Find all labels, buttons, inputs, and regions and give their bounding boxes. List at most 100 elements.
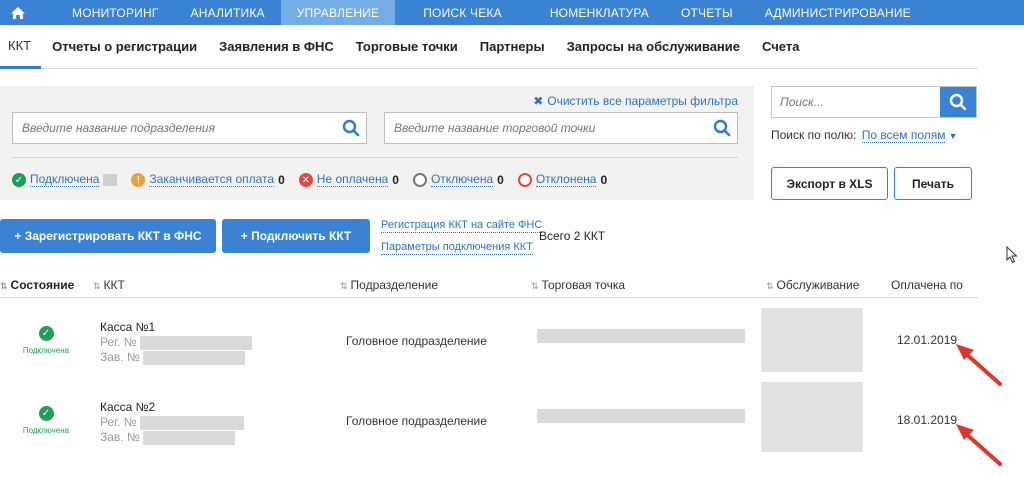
circle-outline-icon — [412, 173, 427, 187]
connection-params-link[interactable]: Параметры подключения ККТ — [381, 241, 533, 255]
kkt-cell: Касса №1 Рег. № Зав. № — [100, 320, 252, 365]
nav-reports[interactable]: ОТЧЕТЫ — [665, 0, 749, 25]
reg-number-label: Рег. № — [100, 335, 137, 349]
status-label: Заканчивается оплата — [149, 172, 275, 187]
tab-service-requests[interactable]: Запросы на обслуживание — [556, 25, 751, 69]
state-label: Подключена — [22, 426, 70, 435]
store-redacted — [537, 409, 745, 423]
status-count: 0 — [497, 173, 504, 187]
table-row[interactable]: ✓ Подключена Касса №2 Рег. № Зав. № Голо… — [0, 380, 978, 460]
caret-down-icon[interactable]: ▼ — [948, 131, 957, 141]
redacted-value — [139, 335, 252, 350]
department-cell: Головное подразделение — [346, 414, 487, 428]
filter-panel: ✖ Очистить все параметры фильтра ✓ Подкл… — [0, 86, 754, 200]
status-count: 0 — [392, 173, 399, 187]
nav-monitoring[interactable]: МОНИТОРИНГ — [36, 0, 175, 25]
col-service[interactable]: ⇅ Обслуживание — [766, 278, 859, 292]
department-filter — [12, 112, 367, 144]
department-input[interactable] — [13, 113, 336, 143]
sort-icon: ⇅ — [93, 281, 101, 291]
table-row[interactable]: ✓ Подключена Касса №1 Рег. № Зав. № Голо… — [0, 300, 978, 380]
col-paid-until[interactable]: Оплачена по — [891, 278, 963, 292]
department-cell: Головное подразделение — [346, 334, 487, 348]
check-icon: ✓ — [12, 173, 26, 187]
nav-nomenclature[interactable]: НОМЕНКЛАТУРА — [518, 0, 665, 25]
close-icon: ✖ — [533, 94, 544, 108]
export-xls-button[interactable]: Экспорт в XLS — [771, 167, 888, 200]
col-department-label: Подразделение — [350, 278, 438, 292]
status-label: Отклонена — [535, 172, 597, 187]
tab-invoices[interactable]: Счета — [751, 25, 810, 69]
search-button[interactable] — [940, 87, 976, 117]
nav-administration[interactable]: АДМИНИСТРИРОВАНИЕ — [749, 0, 927, 25]
col-state-label: Состояние — [10, 278, 75, 292]
connect-kkt-button[interactable]: + Подключить ККТ — [222, 219, 370, 253]
cross-icon: ✕ — [298, 173, 313, 187]
kkt-cell: Касса №2 Рег. № Зав. № — [100, 400, 244, 445]
reg-number-label: Рег. № — [100, 415, 137, 429]
register-kkt-button[interactable]: + Зарегистрировать ККТ в ФНС — [0, 219, 216, 253]
home-icon[interactable] — [0, 0, 36, 25]
kkt-name[interactable]: Касса №1 — [100, 320, 252, 335]
col-paid-until-label: Оплачена по — [891, 278, 963, 292]
status-connected[interactable]: ✓ Подключена — [12, 172, 118, 187]
status-disconnected[interactable]: Отключена 0 — [412, 172, 504, 187]
filter-divider — [12, 157, 738, 158]
service-redacted — [761, 308, 863, 372]
status-expiring[interactable]: ! Заканчивается оплата 0 — [131, 172, 285, 187]
status-unpaid[interactable]: ✕ Не оплачена 0 — [298, 172, 399, 187]
search-icon — [949, 93, 967, 111]
paid-until-cell: 18.01.2019 — [897, 413, 958, 427]
state-cell: ✓ Подключена — [22, 406, 70, 435]
tab-stores[interactable]: Торговые точки — [345, 25, 469, 69]
col-store-label: Торговая точка — [541, 278, 626, 292]
serial-number-label: Зав. № — [100, 350, 140, 364]
status-count: 0 — [600, 173, 608, 187]
global-search — [771, 86, 977, 118]
sort-icon: ⇅ — [531, 281, 539, 291]
top-nav: МОНИТОРИНГ АНАЛИТИКА УПРАВЛЕНИЕ ПОИСК ЧЕ… — [0, 0, 1024, 25]
search-icon[interactable] — [336, 119, 366, 137]
status-rejected[interactable]: Отклонена 0 — [517, 172, 608, 187]
nav-management[interactable]: УПРАВЛЕНИЕ — [280, 0, 396, 25]
search-field-dropdown[interactable]: По всем полям — [861, 128, 946, 143]
kkt-name[interactable]: Касса №2 — [100, 400, 244, 415]
tab-registration-reports[interactable]: Отчеты о регистрации — [41, 25, 208, 69]
mouse-cursor-icon — [1006, 246, 1018, 264]
tab-fns-applications[interactable]: Заявления в ФНС — [208, 25, 345, 69]
clear-filters-label: Очистить все параметры фильтра — [547, 94, 738, 108]
check-icon: ✓ — [38, 326, 54, 341]
service-redacted — [761, 382, 863, 452]
col-kkt[interactable]: ⇅ ККТ — [93, 278, 125, 292]
print-button[interactable]: Печать — [894, 167, 972, 200]
col-store[interactable]: ⇅ Торговая точка — [531, 278, 625, 292]
store-redacted — [537, 329, 745, 343]
total-count: Всего 2 ККТ — [539, 229, 606, 243]
col-kkt-label: ККТ — [103, 278, 125, 292]
search-by-field: Поиск по полю: По всем полям ▼ — [771, 128, 957, 143]
clear-filters-link[interactable]: ✖ Очистить все параметры фильтра — [533, 94, 738, 108]
col-state[interactable]: ⇅ Состояние — [0, 278, 74, 292]
tab-partners[interactable]: Партнеры — [469, 25, 556, 69]
nav-analytics[interactable]: АНАЛИТИКА — [175, 0, 281, 25]
tab-kkt[interactable]: ККТ — [0, 25, 42, 69]
status-label: Подключена — [30, 172, 100, 187]
store-input[interactable] — [385, 113, 707, 143]
status-filters: ✓ Подключена ! Заканчивается оплата 0 ✕ … — [12, 173, 621, 187]
status-count: 0 — [278, 173, 285, 187]
nav-receipt-search[interactable]: ПОИСК ЧЕКА — [395, 0, 518, 25]
sort-icon: ⇅ — [766, 281, 774, 291]
serial-number-label: Зав. № — [100, 430, 140, 444]
sub-nav: ККТ Отчеты о регистрации Заявления в ФНС… — [0, 25, 978, 69]
col-department[interactable]: ⇅ Подразделение — [340, 278, 438, 292]
col-service-label: Обслуживание — [776, 278, 860, 292]
redacted-value — [139, 415, 244, 430]
store-filter — [384, 112, 738, 144]
status-label: Отключена — [430, 172, 494, 187]
redacted-value — [143, 350, 246, 365]
status-label: Не оплачена — [316, 172, 389, 187]
search-input[interactable] — [772, 87, 940, 117]
search-icon[interactable] — [707, 119, 737, 137]
fns-registration-link[interactable]: Регистрация ККТ на сайте ФНС — [381, 219, 543, 233]
table-header: ⇅ Состояние ⇅ ККТ ⇅ Подразделение ⇅ Торговая… — [0, 272, 978, 298]
